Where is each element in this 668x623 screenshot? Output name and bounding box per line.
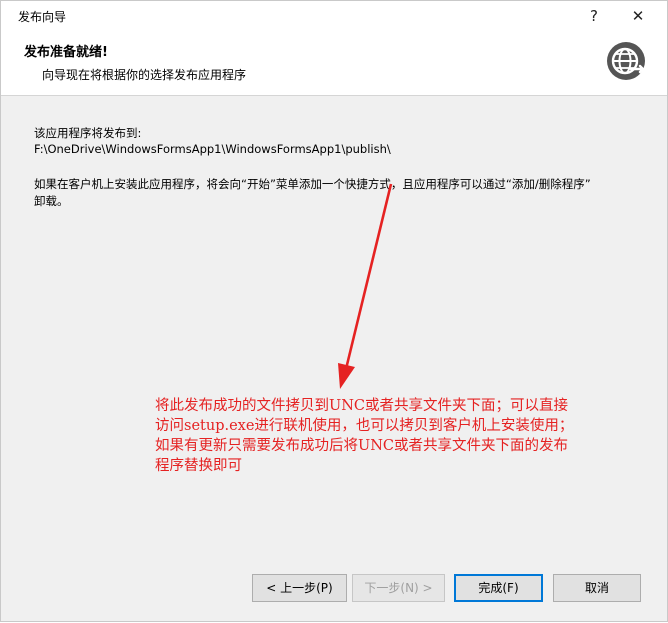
wizard-footer: < 上一步(P) 下一步(N) > 完成(F) 取消 (1, 561, 667, 621)
previous-button[interactable]: < 上一步(P) (252, 574, 347, 602)
finish-button[interactable]: 完成(F) (454, 574, 543, 602)
annotation-arrow (338, 183, 393, 389)
cancel-button[interactable]: 取消 (553, 574, 641, 602)
publish-wizard-window: 发布向导 ? ✕ 发布准备就绪! 向导现在将根据你的选择发布应用程序 该应用程序… (0, 0, 668, 622)
next-button[interactable]: 下一步(N) > (352, 574, 445, 602)
